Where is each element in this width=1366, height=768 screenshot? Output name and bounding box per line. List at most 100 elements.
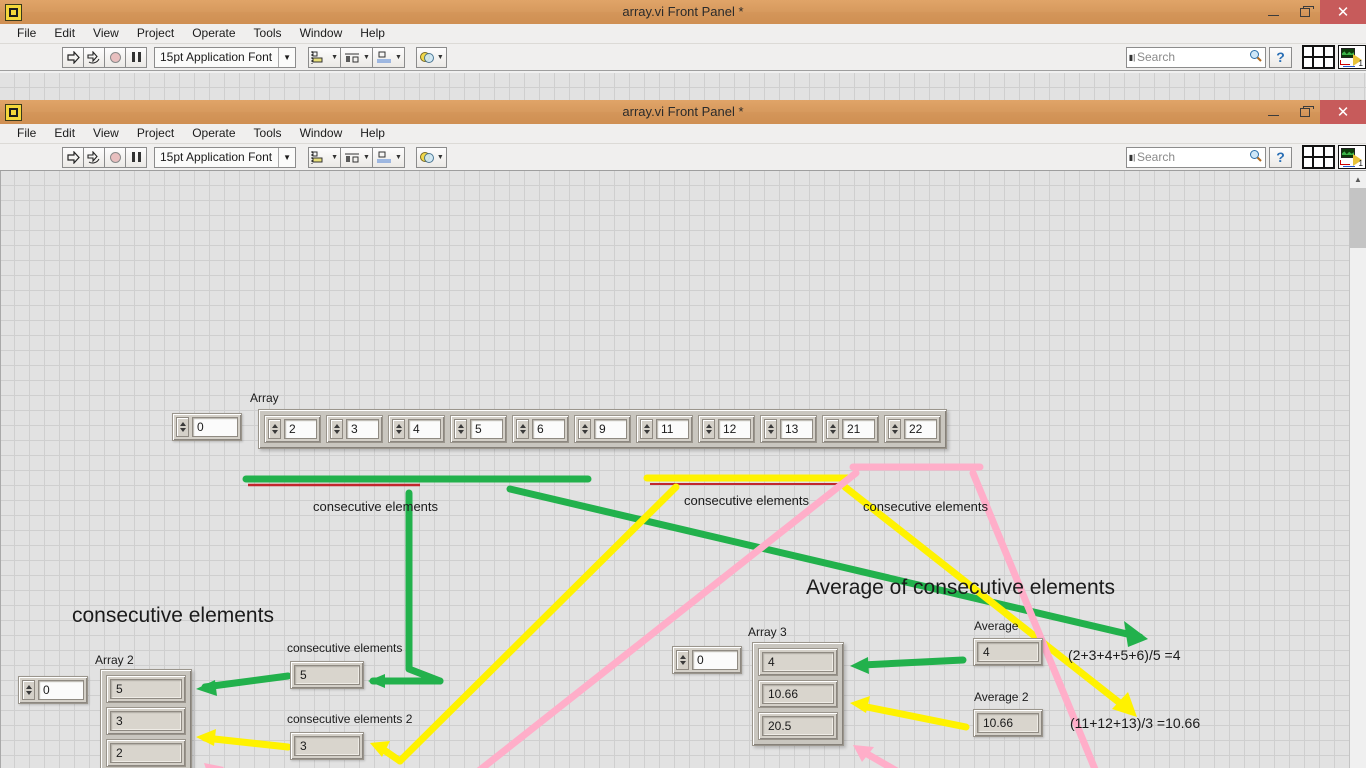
array-cell-10[interactable]: 22 xyxy=(884,415,941,443)
cell-spinner[interactable] xyxy=(330,419,343,439)
spinner-up-icon[interactable] xyxy=(395,424,402,428)
align-objects-button[interactable]: ▼ xyxy=(308,146,342,168)
distribute-objects-button[interactable]: ▼ xyxy=(340,46,373,68)
spinner-up-icon[interactable] xyxy=(705,424,712,428)
array-cell-5[interactable]: 9 xyxy=(574,415,631,443)
spinner-up-icon[interactable] xyxy=(519,424,526,428)
maximize-button[interactable] xyxy=(1289,100,1320,124)
close-button[interactable]: ✕ xyxy=(1320,0,1366,24)
spinner-down-icon[interactable] xyxy=(829,430,836,434)
pause-button[interactable] xyxy=(125,146,147,168)
array-cell-value[interactable]: 21 xyxy=(842,419,875,439)
spinner-down-icon[interactable] xyxy=(581,430,588,434)
chevron-down-icon[interactable]: ▼ xyxy=(278,147,295,167)
minimize-button[interactable] xyxy=(1258,0,1289,24)
reorder-button[interactable]: ▼ xyxy=(415,46,447,68)
spinner-down-icon[interactable] xyxy=(179,428,186,432)
array-cell-value[interactable]: 9 xyxy=(594,419,627,439)
array-cell-1[interactable]: 3 xyxy=(326,415,383,443)
chevron-down-icon[interactable]: ▼ xyxy=(395,54,402,61)
array2-elements-container[interactable]: 5 3 2 xyxy=(100,669,192,768)
spinner-up-icon[interactable] xyxy=(767,424,774,428)
array-elements-container[interactable]: 2 3 4 5 6 9 11 12 13 21 22 xyxy=(258,409,947,449)
cell-spinner[interactable] xyxy=(454,419,467,439)
cell-spinner[interactable] xyxy=(392,419,405,439)
pause-button[interactable] xyxy=(125,46,147,68)
spinner-down-icon[interactable] xyxy=(395,430,402,434)
spinner-up-icon[interactable] xyxy=(179,422,186,426)
chevron-down-icon[interactable]: ▼ xyxy=(363,54,370,61)
chevron-down-icon[interactable]: ▼ xyxy=(331,54,338,61)
help-button[interactable]: ? xyxy=(1269,146,1292,168)
spinner-up-icon[interactable] xyxy=(829,424,836,428)
chevron-down-icon[interactable]: ▼ xyxy=(395,154,402,161)
spinner-down-icon[interactable] xyxy=(333,430,340,434)
search-icon[interactable] xyxy=(1245,149,1265,165)
menu-tools[interactable]: Tools xyxy=(245,124,291,143)
menu-file[interactable]: File xyxy=(8,124,45,143)
menu-project[interactable]: Project xyxy=(128,124,183,143)
spinner-up-icon[interactable] xyxy=(271,424,278,428)
chevron-down-icon[interactable]: ▼ xyxy=(437,154,444,161)
array3-index-spinner[interactable] xyxy=(676,650,689,670)
abort-execution-button[interactable] xyxy=(104,146,126,168)
menu-project[interactable]: Project xyxy=(128,24,183,43)
cell-spinner[interactable] xyxy=(702,419,715,439)
run-button[interactable] xyxy=(62,46,84,68)
align-objects-button[interactable]: ▼ xyxy=(308,46,342,68)
array-cell-9[interactable]: 21 xyxy=(822,415,879,443)
array-cell-value[interactable]: 6 xyxy=(532,419,565,439)
search-input[interactable]: ▮| Search xyxy=(1126,146,1266,168)
spinner-down-icon[interactable] xyxy=(705,430,712,434)
search-scope-icon[interactable]: ▮| xyxy=(1127,153,1137,162)
menu-window[interactable]: Window xyxy=(291,24,352,43)
minimize-button[interactable] xyxy=(1258,100,1289,124)
array-cell-value[interactable]: 4 xyxy=(408,419,441,439)
menu-edit[interactable]: Edit xyxy=(45,124,84,143)
connector-pane-icon[interactable] xyxy=(1302,145,1335,169)
array-cell-value[interactable]: 5 xyxy=(470,419,503,439)
chevron-down-icon[interactable]: ▼ xyxy=(278,47,295,67)
array-cell-value[interactable]: 3 xyxy=(346,419,379,439)
array2-index-value[interactable]: 0 xyxy=(38,680,84,700)
array3-index-control[interactable]: 0 xyxy=(672,646,742,674)
cell-spinner[interactable] xyxy=(640,419,653,439)
array-index-spinner[interactable] xyxy=(176,417,189,437)
cell-spinner[interactable] xyxy=(516,419,529,439)
spinner-down-icon[interactable] xyxy=(457,430,464,434)
cell-spinner[interactable] xyxy=(764,419,777,439)
chevron-down-icon[interactable]: ▼ xyxy=(437,54,444,61)
window2-titlebar[interactable]: array.vi Front Panel * ✕ xyxy=(0,100,1366,124)
chevron-down-icon[interactable]: ▼ xyxy=(363,154,370,161)
help-button[interactable]: ? xyxy=(1269,46,1292,68)
window1-titlebar[interactable]: array.vi Front Panel * ✕ xyxy=(0,0,1366,24)
array2-index-control[interactable]: 0 xyxy=(18,676,88,704)
cell-spinner[interactable] xyxy=(268,419,281,439)
menu-help[interactable]: Help xyxy=(351,124,394,143)
search-scope-icon[interactable]: ▮| xyxy=(1127,53,1137,62)
spinner-down-icon[interactable] xyxy=(643,430,650,434)
spinner-up-icon[interactable] xyxy=(333,424,340,428)
cell-spinner[interactable] xyxy=(888,419,901,439)
array-cell-value[interactable]: 11 xyxy=(656,419,689,439)
resize-objects-button[interactable]: ▼ xyxy=(371,146,405,168)
menu-window[interactable]: Window xyxy=(291,124,352,143)
array2-index-spinner[interactable] xyxy=(22,680,35,700)
spinner-down-icon[interactable] xyxy=(519,430,526,434)
spinner-up-icon[interactable] xyxy=(25,685,32,689)
array3-elements-container[interactable]: 4 10.66 20.5 xyxy=(752,642,844,746)
chevron-down-icon[interactable]: ▼ xyxy=(331,154,338,161)
menu-help[interactable]: Help xyxy=(351,24,394,43)
vi-icon[interactable]: 1 xyxy=(1338,145,1366,169)
array-cell-3[interactable]: 5 xyxy=(450,415,507,443)
vi-icon[interactable]: 1 xyxy=(1338,45,1366,69)
array-cell-8[interactable]: 13 xyxy=(760,415,817,443)
resize-objects-button[interactable]: ▼ xyxy=(371,46,405,68)
array-cell-0[interactable]: 2 xyxy=(264,415,321,443)
reorder-button[interactable]: ▼ xyxy=(415,146,447,168)
font-selector[interactable]: 15pt Application Font ▼ xyxy=(154,146,297,168)
abort-execution-button[interactable] xyxy=(104,46,126,68)
array-index-control[interactable]: 0 xyxy=(172,413,242,441)
menu-view[interactable]: View xyxy=(84,24,128,43)
spinner-up-icon[interactable] xyxy=(457,424,464,428)
